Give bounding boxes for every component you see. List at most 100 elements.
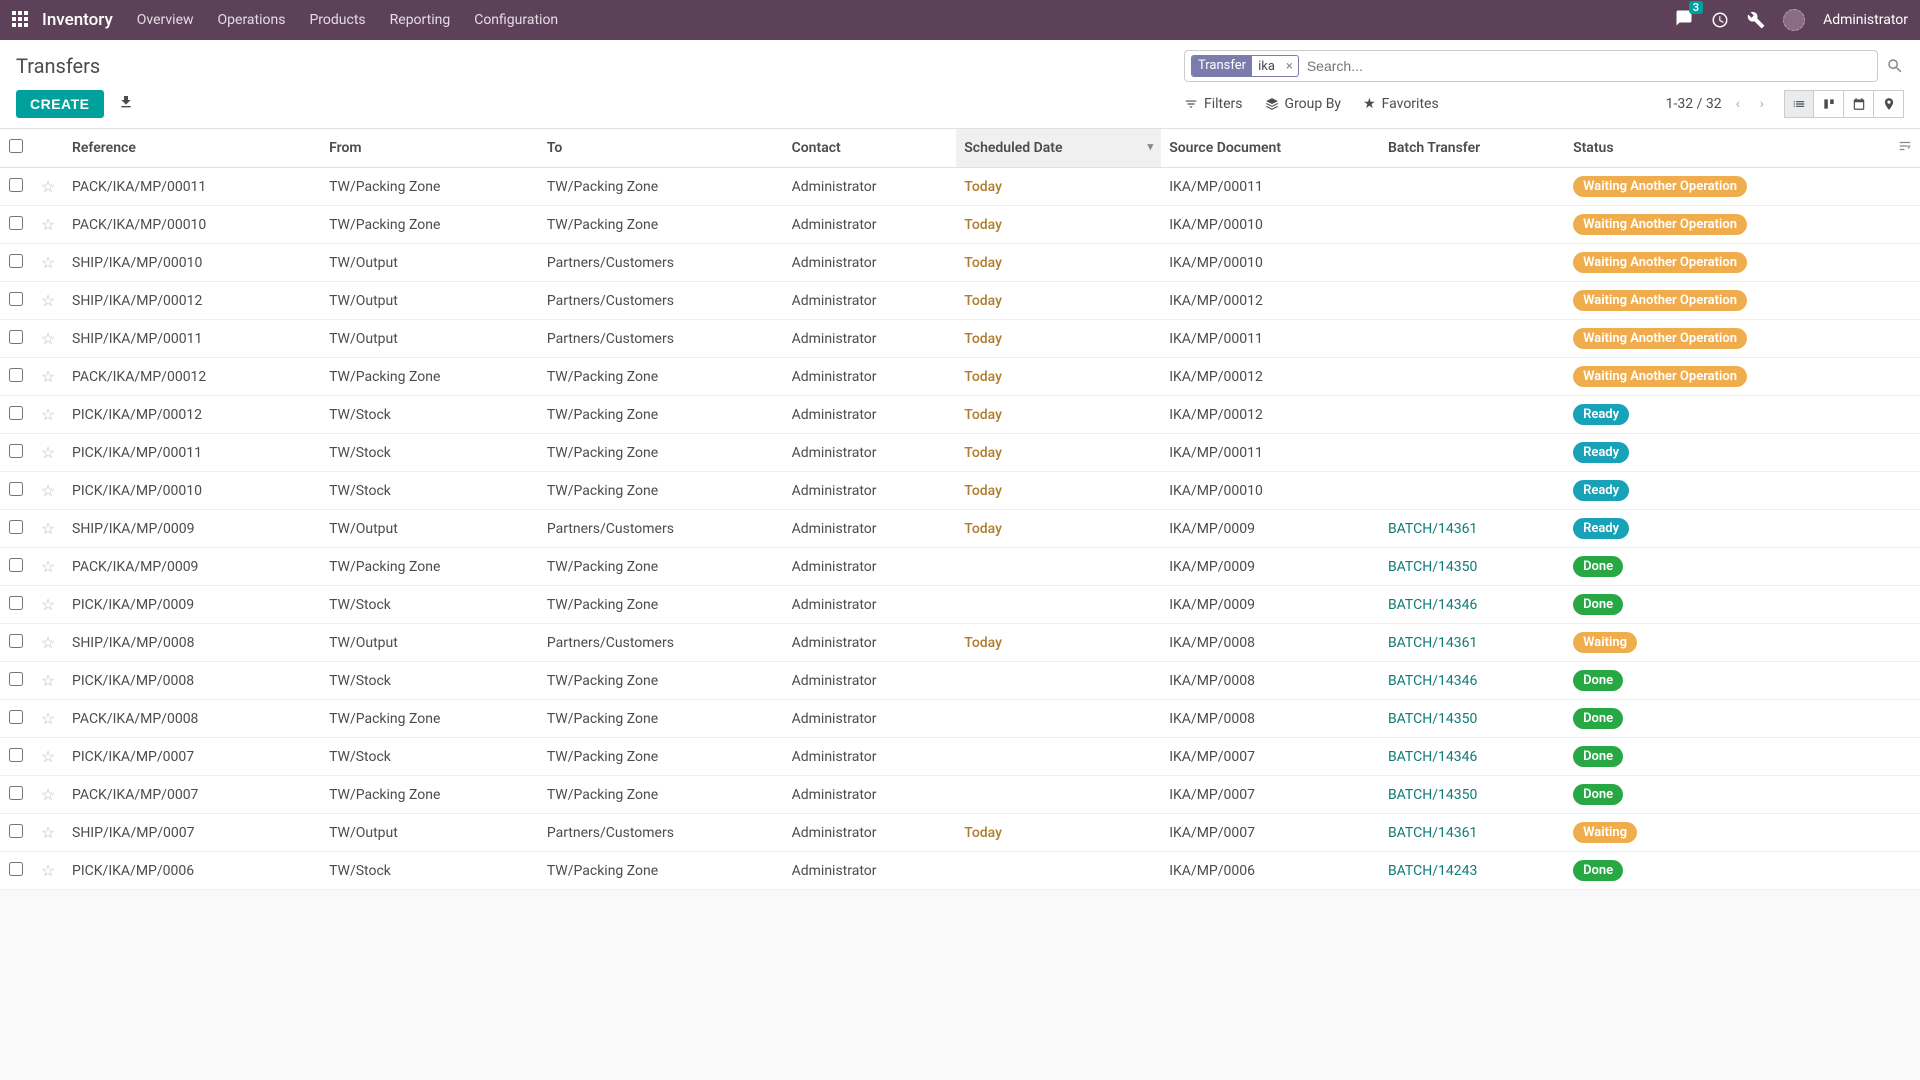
star-icon[interactable]: ☆: [41, 861, 55, 880]
table-row[interactable]: ☆ PICK/IKA/MP/0009 TW/Stock TW/Packing Z…: [0, 586, 1920, 624]
view-map-icon[interactable]: [1874, 90, 1904, 118]
table-row[interactable]: ☆ SHIP/IKA/MP/00012 TW/Output Partners/C…: [0, 282, 1920, 320]
star-icon[interactable]: ☆: [41, 823, 55, 842]
row-checkbox[interactable]: [9, 444, 23, 458]
table-row[interactable]: ☆ SHIP/IKA/MP/0009 TW/Output Partners/Cu…: [0, 510, 1920, 548]
search-box[interactable]: Transfer ika ×: [1184, 50, 1878, 82]
batch-link[interactable]: BATCH/14350: [1388, 559, 1477, 575]
star-icon[interactable]: ☆: [41, 557, 55, 576]
nav-item-configuration[interactable]: Configuration: [474, 12, 558, 28]
star-icon[interactable]: ☆: [41, 595, 55, 614]
col-contact[interactable]: Contact: [784, 129, 957, 168]
batch-link[interactable]: BATCH/14361: [1388, 825, 1477, 841]
table-row[interactable]: ☆ SHIP/IKA/MP/00011 TW/Output Partners/C…: [0, 320, 1920, 358]
facet-remove-icon[interactable]: ×: [1281, 59, 1298, 74]
view-calendar-icon[interactable]: [1844, 90, 1874, 118]
table-row[interactable]: ☆ SHIP/IKA/MP/00010 TW/Output Partners/C…: [0, 244, 1920, 282]
row-checkbox[interactable]: [9, 216, 23, 230]
star-icon[interactable]: ☆: [41, 253, 55, 272]
col-to[interactable]: To: [539, 129, 784, 168]
table-row[interactable]: ☆ PACK/IKA/MP/0007 TW/Packing Zone TW/Pa…: [0, 776, 1920, 814]
star-icon[interactable]: ☆: [41, 747, 55, 766]
row-checkbox[interactable]: [9, 862, 23, 876]
star-icon[interactable]: ☆: [41, 633, 55, 652]
batch-link[interactable]: BATCH/14361: [1388, 635, 1477, 651]
messages-icon[interactable]: 3: [1675, 9, 1693, 31]
star-icon[interactable]: ☆: [41, 215, 55, 234]
star-icon[interactable]: ☆: [41, 443, 55, 462]
table-row[interactable]: ☆ PACK/IKA/MP/0009 TW/Packing Zone TW/Pa…: [0, 548, 1920, 586]
star-icon[interactable]: ☆: [41, 405, 55, 424]
favorites-button[interactable]: ★ Favorites: [1363, 96, 1439, 112]
col-from[interactable]: From: [321, 129, 539, 168]
nav-item-reporting[interactable]: Reporting: [390, 12, 451, 28]
select-all-checkbox[interactable]: [9, 139, 23, 153]
row-checkbox[interactable]: [9, 748, 23, 762]
filters-button[interactable]: Filters: [1184, 96, 1243, 112]
star-icon[interactable]: ☆: [41, 291, 55, 310]
star-icon[interactable]: ☆: [41, 785, 55, 804]
nav-item-operations[interactable]: Operations: [218, 12, 286, 28]
pager-text[interactable]: 1-32 / 32: [1666, 96, 1722, 112]
batch-link[interactable]: BATCH/14346: [1388, 749, 1477, 765]
row-checkbox[interactable]: [9, 178, 23, 192]
row-checkbox[interactable]: [9, 672, 23, 686]
star-icon[interactable]: ☆: [41, 367, 55, 386]
row-checkbox[interactable]: [9, 254, 23, 268]
column-settings-icon[interactable]: [1890, 129, 1920, 168]
star-icon[interactable]: ☆: [41, 709, 55, 728]
pager-prev-icon[interactable]: ‹: [1730, 92, 1746, 116]
row-checkbox[interactable]: [9, 634, 23, 648]
nav-item-products[interactable]: Products: [309, 12, 365, 28]
batch-link[interactable]: BATCH/14350: [1388, 711, 1477, 727]
search-input[interactable]: [1305, 56, 1871, 76]
table-row[interactable]: ☆ SHIP/IKA/MP/0008 TW/Output Partners/Cu…: [0, 624, 1920, 662]
pager-next-icon[interactable]: ›: [1754, 92, 1770, 116]
view-kanban-icon[interactable]: [1814, 90, 1844, 118]
debug-icon[interactable]: [1747, 11, 1765, 29]
star-icon[interactable]: ☆: [41, 177, 55, 196]
nav-item-overview[interactable]: Overview: [137, 12, 194, 28]
user-name[interactable]: Administrator: [1823, 12, 1908, 28]
export-icon[interactable]: [118, 94, 134, 114]
batch-link[interactable]: BATCH/14243: [1388, 863, 1477, 879]
app-brand[interactable]: Inventory: [42, 10, 113, 30]
avatar[interactable]: [1783, 9, 1805, 31]
table-row[interactable]: ☆ PICK/IKA/MP/0008 TW/Stock TW/Packing Z…: [0, 662, 1920, 700]
row-checkbox[interactable]: [9, 596, 23, 610]
col-reference[interactable]: Reference: [64, 129, 321, 168]
star-icon[interactable]: ☆: [41, 671, 55, 690]
col-status[interactable]: Status: [1565, 129, 1890, 168]
row-checkbox[interactable]: [9, 292, 23, 306]
star-icon[interactable]: ☆: [41, 481, 55, 500]
groupby-button[interactable]: Group By: [1265, 96, 1342, 112]
star-icon[interactable]: ☆: [41, 519, 55, 538]
row-checkbox[interactable]: [9, 558, 23, 572]
col-scheduled[interactable]: Scheduled Date▾: [956, 129, 1161, 168]
table-row[interactable]: ☆ PICK/IKA/MP/00011 TW/Stock TW/Packing …: [0, 434, 1920, 472]
table-row[interactable]: ☆ PACK/IKA/MP/00010 TW/Packing Zone TW/P…: [0, 206, 1920, 244]
table-row[interactable]: ☆ PICK/IKA/MP/0007 TW/Stock TW/Packing Z…: [0, 738, 1920, 776]
apps-icon[interactable]: [12, 11, 30, 29]
row-checkbox[interactable]: [9, 368, 23, 382]
clock-icon[interactable]: [1711, 11, 1729, 29]
row-checkbox[interactable]: [9, 824, 23, 838]
col-source[interactable]: Source Document: [1161, 129, 1380, 168]
row-checkbox[interactable]: [9, 520, 23, 534]
batch-link[interactable]: BATCH/14346: [1388, 673, 1477, 689]
create-button[interactable]: CREATE: [16, 90, 104, 118]
search-icon[interactable]: [1886, 57, 1904, 75]
table-row[interactable]: ☆ PACK/IKA/MP/0008 TW/Packing Zone TW/Pa…: [0, 700, 1920, 738]
star-icon[interactable]: ☆: [41, 329, 55, 348]
view-list-icon[interactable]: [1784, 90, 1814, 118]
table-row[interactable]: ☆ PICK/IKA/MP/00010 TW/Stock TW/Packing …: [0, 472, 1920, 510]
row-checkbox[interactable]: [9, 482, 23, 496]
batch-link[interactable]: BATCH/14350: [1388, 787, 1477, 803]
col-batch[interactable]: Batch Transfer: [1380, 129, 1565, 168]
table-row[interactable]: ☆ PICK/IKA/MP/00012 TW/Stock TW/Packing …: [0, 396, 1920, 434]
row-checkbox[interactable]: [9, 330, 23, 344]
row-checkbox[interactable]: [9, 786, 23, 800]
batch-link[interactable]: BATCH/14346: [1388, 597, 1477, 613]
row-checkbox[interactable]: [9, 710, 23, 724]
table-row[interactable]: ☆ PACK/IKA/MP/00011 TW/Packing Zone TW/P…: [0, 168, 1920, 206]
